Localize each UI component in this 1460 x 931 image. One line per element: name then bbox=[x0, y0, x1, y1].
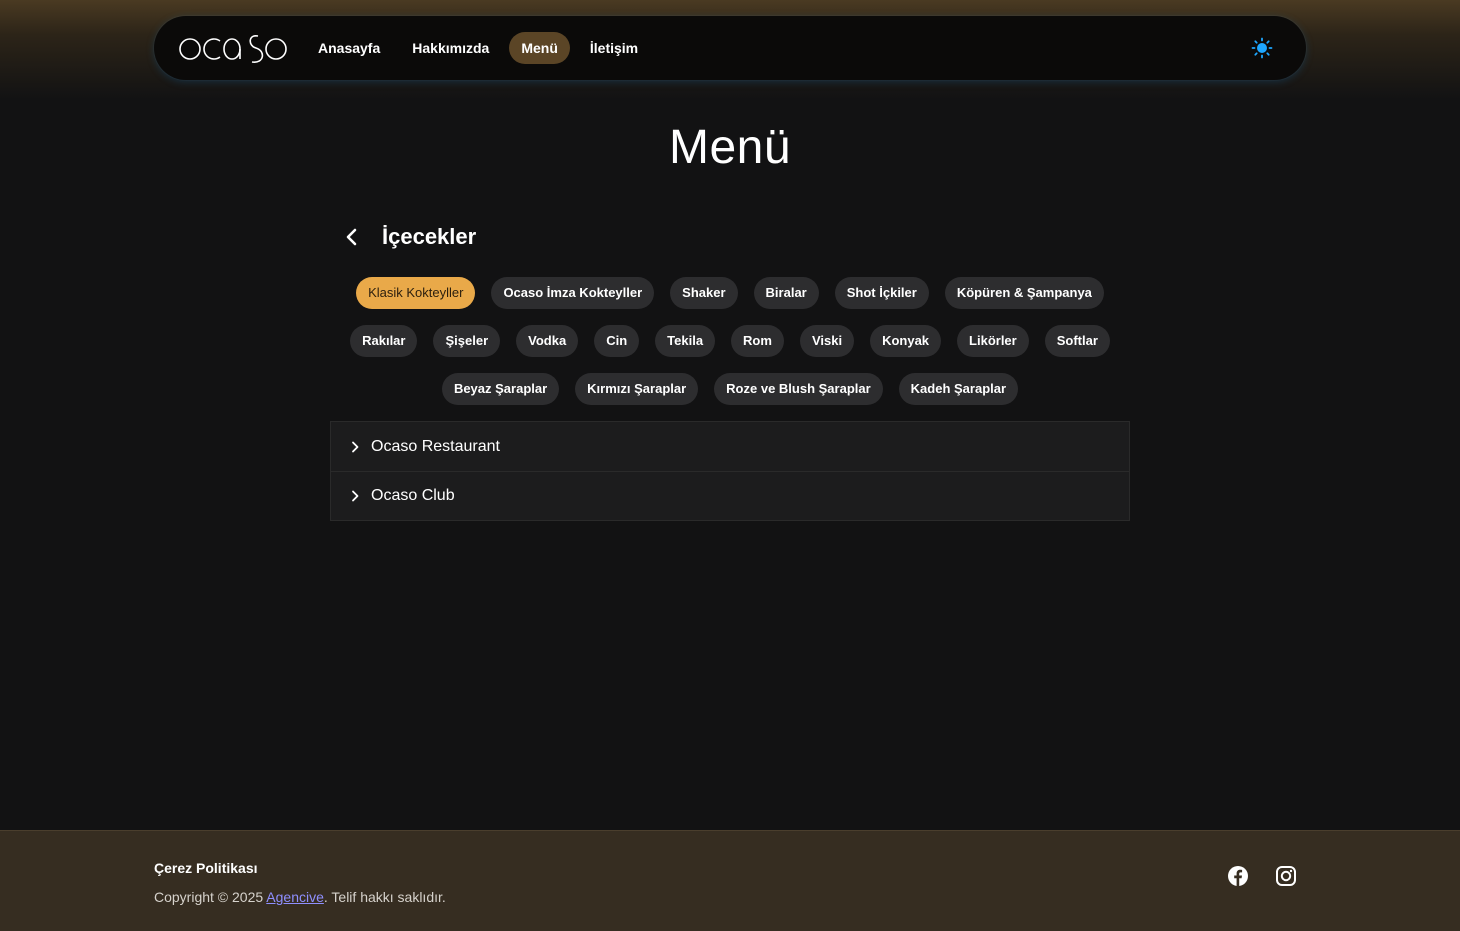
theme-toggle-button[interactable] bbox=[1250, 36, 1274, 60]
accordion-label: Ocaso Club bbox=[371, 487, 455, 504]
copyright-prefix: Copyright © 2025 bbox=[154, 889, 267, 905]
chip-row: Beyaz Şaraplar Kırmızı Şaraplar Roze ve … bbox=[330, 373, 1130, 405]
chevron-right-icon bbox=[349, 490, 361, 502]
nav-menu[interactable]: Menü bbox=[509, 32, 570, 64]
page: Anasayfa Hakkımızda Menü İletişim Menü İ… bbox=[0, 0, 1460, 931]
chip-roze-blush-saraplar[interactable]: Roze ve Blush Şaraplar bbox=[714, 373, 883, 405]
back-button[interactable] bbox=[340, 222, 364, 252]
footer: Çerez Politikası Copyright © 2025 Agenci… bbox=[0, 830, 1460, 931]
chip-kadeh-saraplar[interactable]: Kadeh Şaraplar bbox=[898, 373, 1019, 405]
sun-icon bbox=[1251, 37, 1273, 59]
chip-konyak[interactable]: Konyak bbox=[870, 325, 942, 357]
section-title: İçecekler bbox=[382, 224, 477, 249]
chip-rakilar[interactable]: Rakılar bbox=[350, 325, 418, 357]
agency-link[interactable]: Agencive bbox=[266, 889, 324, 905]
chip-vodka[interactable]: Vodka bbox=[516, 325, 579, 357]
chip-softlar[interactable]: Softlar bbox=[1044, 325, 1110, 357]
copyright-suffix: . Telif hakkı saklıdır. bbox=[323, 889, 446, 905]
logo-mark bbox=[179, 35, 287, 63]
chevron-right-icon bbox=[349, 441, 361, 453]
chip-siseler[interactable]: Şişeler bbox=[433, 325, 501, 357]
nav-about[interactable]: Hakkımızda bbox=[400, 32, 501, 64]
page-title: Menü bbox=[668, 121, 792, 174]
logo[interactable] bbox=[178, 28, 288, 68]
section-header: İçecekler bbox=[340, 222, 476, 252]
chip-klasik-kokteyller[interactable]: Klasik Kokteyller bbox=[356, 277, 476, 309]
chip-shot-ickiler[interactable]: Shot İçkiler bbox=[834, 277, 929, 309]
chip-tekila[interactable]: Tekila bbox=[655, 325, 716, 357]
chip-cin[interactable]: Cin bbox=[594, 325, 640, 357]
chip-rom[interactable]: Rom bbox=[731, 325, 784, 357]
copyright-text: Copyright © 2025 Agencive. Telif hakkı s… bbox=[154, 889, 446, 905]
facebook-icon[interactable] bbox=[1227, 865, 1249, 887]
chevron-left-icon bbox=[346, 228, 357, 246]
nav-home[interactable]: Anasayfa bbox=[306, 32, 392, 64]
chip-likorler[interactable]: Likörler bbox=[957, 325, 1029, 357]
chip-shaker[interactable]: Shaker bbox=[670, 277, 738, 309]
instagram-icon[interactable] bbox=[1275, 865, 1297, 887]
nav-contact[interactable]: İletişim bbox=[578, 32, 650, 64]
main-nav: Anasayfa Hakkımızda Menü İletişim bbox=[306, 32, 658, 64]
chip-biralar[interactable]: Biralar bbox=[753, 277, 819, 309]
cookie-policy-link[interactable]: Çerez Politikası bbox=[154, 860, 258, 876]
category-chips: Klasik Kokteyller Ocaso İmza Kokteyller … bbox=[330, 277, 1130, 421]
chip-ocaso-imza-kokteyller[interactable]: Ocaso İmza Kokteyller bbox=[491, 277, 655, 309]
accordion-item-restaurant[interactable]: Ocaso Restaurant bbox=[331, 422, 1129, 471]
chip-row: Klasik Kokteyller Ocaso İmza Kokteyller … bbox=[330, 277, 1130, 309]
accordion-label: Ocaso Restaurant bbox=[371, 437, 500, 455]
accordion-item-club[interactable]: Ocaso Club bbox=[331, 471, 1129, 520]
navbar: Anasayfa Hakkımızda Menü İletişim bbox=[154, 16, 1306, 80]
chip-viski[interactable]: Viski bbox=[799, 325, 855, 357]
chip-kopuren-sampanya[interactable]: Köpüren & Şampanya bbox=[944, 277, 1104, 309]
chip-row: Rakılar Şişeler Vodka Cin Tekila Rom Vis… bbox=[330, 325, 1130, 357]
chip-beyaz-saraplar[interactable]: Beyaz Şaraplar bbox=[441, 373, 560, 405]
chip-kirmizi-saraplar[interactable]: Kırmızı Şaraplar bbox=[575, 373, 699, 405]
venue-accordion: Ocaso Restaurant Ocaso Club bbox=[330, 421, 1130, 521]
